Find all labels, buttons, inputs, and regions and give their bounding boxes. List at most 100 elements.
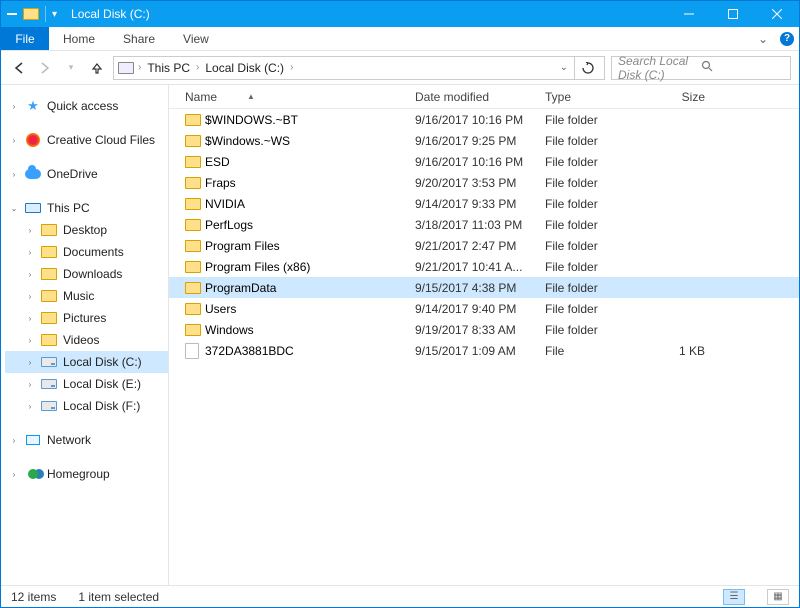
list-item[interactable]: ProgramData9/15/2017 4:38 PMFile folder — [169, 277, 799, 298]
tab-view[interactable]: View — [169, 27, 223, 50]
search-icon[interactable] — [701, 60, 784, 75]
list-item[interactable]: NVIDIA9/14/2017 9:33 PMFile folder — [169, 193, 799, 214]
item-name: Program Files — [205, 239, 415, 253]
list-item[interactable]: Users9/14/2017 9:40 PMFile folder — [169, 298, 799, 319]
chevron-right-icon[interactable]: › — [288, 62, 295, 73]
sidebar-item[interactable]: ›Music — [5, 285, 168, 307]
file-icon — [185, 343, 205, 359]
forward-button[interactable] — [35, 58, 55, 78]
sidebar-item-this-pc[interactable]: ⌄ This PC — [5, 197, 168, 219]
navigation-pane: › ★ Quick access › Creative Cloud Files … — [1, 85, 169, 585]
star-icon: ★ — [25, 99, 41, 113]
address-dropdown-icon[interactable]: ⌄ — [556, 62, 572, 73]
item-name: Program Files (x86) — [205, 260, 415, 274]
help-button[interactable]: ? — [775, 27, 799, 50]
address-bar[interactable]: › This PC › Local Disk (C:) › ⌄ — [113, 56, 605, 80]
chevron-right-icon[interactable]: › — [25, 402, 35, 411]
chevron-right-icon[interactable]: › — [25, 270, 35, 279]
sidebar-item[interactable]: ›Local Disk (F:) — [5, 395, 168, 417]
list-item[interactable]: Program Files (x86)9/21/2017 10:41 A...F… — [169, 256, 799, 277]
sidebar-item[interactable]: › Videos — [5, 329, 168, 351]
up-button[interactable] — [87, 58, 107, 78]
breadcrumb-this-pc[interactable]: This PC — [145, 61, 192, 75]
window-icon[interactable] — [23, 8, 39, 20]
cloud-icon — [25, 167, 41, 181]
sidebar-item-label: Desktop — [63, 223, 107, 237]
sidebar-item-label: Videos — [63, 333, 99, 347]
chevron-right-icon[interactable]: › — [25, 292, 35, 301]
list-item[interactable]: Program Files9/21/2017 2:47 PMFile folde… — [169, 235, 799, 256]
item-date: 9/14/2017 9:33 PM — [415, 197, 545, 211]
chevron-down-icon[interactable]: ⌄ — [9, 204, 19, 213]
sidebar-item[interactable]: ›Local Disk (E:) — [5, 373, 168, 395]
sidebar-item-creative-cloud[interactable]: › Creative Cloud Files — [5, 129, 168, 151]
thumbnails-view-button[interactable]: ▦ — [767, 589, 789, 605]
folder-icon — [41, 289, 57, 303]
sidebar-item[interactable]: ›Documents — [5, 241, 168, 263]
sidebar-item[interactable]: › Desktop — [5, 219, 168, 241]
titlebar: ▾ Local Disk (C:) — [1, 1, 799, 27]
qat-menu-icon[interactable] — [7, 13, 17, 15]
breadcrumb-current[interactable]: Local Disk (C:) — [203, 61, 286, 75]
chevron-right-icon[interactable]: › — [9, 102, 19, 111]
folder-icon — [185, 261, 205, 273]
sidebar-item[interactable]: ›Downloads — [5, 263, 168, 285]
close-button[interactable] — [755, 1, 799, 27]
item-date: 9/21/2017 2:47 PM — [415, 239, 545, 253]
sidebar-item-label: Local Disk (C:) — [63, 355, 142, 369]
chevron-right-icon[interactable]: › — [25, 336, 35, 345]
minimize-button[interactable] — [667, 1, 711, 27]
folder-icon — [41, 311, 57, 325]
sidebar-item[interactable]: › Pictures — [5, 307, 168, 329]
drive-icon — [41, 399, 57, 413]
sidebar-item-homegroup[interactable]: › Homegroup — [5, 463, 168, 485]
list-item[interactable]: 372DA3881BDC9/15/2017 1:09 AMFile1 KB — [169, 340, 799, 361]
column-header-date[interactable]: Date modified — [415, 90, 545, 104]
chevron-right-icon[interactable]: › — [9, 136, 19, 145]
folder-icon — [185, 198, 205, 210]
chevron-right-icon[interactable]: › — [136, 62, 143, 73]
list-item[interactable]: $Windows.~WS9/16/2017 9:25 PMFile folder — [169, 130, 799, 151]
file-tab[interactable]: File — [1, 27, 49, 50]
list-item[interactable]: Windows9/19/2017 8:33 AMFile folder — [169, 319, 799, 340]
chevron-right-icon[interactable]: › — [25, 314, 35, 323]
item-date: 9/16/2017 9:25 PM — [415, 134, 545, 148]
details-view-button[interactable]: ☰ — [723, 589, 745, 605]
list-item[interactable]: Fraps9/20/2017 3:53 PMFile folder — [169, 172, 799, 193]
ribbon-expand-icon[interactable]: ⌄ — [751, 27, 775, 50]
chevron-right-icon[interactable]: › — [25, 226, 35, 235]
chevron-right-icon[interactable]: › — [9, 170, 19, 179]
chevron-right-icon[interactable]: › — [9, 436, 19, 445]
sidebar-item-label: Quick access — [47, 99, 118, 113]
chevron-right-icon[interactable]: › — [9, 470, 19, 479]
sidebar-item[interactable]: › Local Disk (C:) — [5, 351, 168, 373]
column-header-name[interactable]: Name ▲ — [185, 90, 415, 104]
column-header-size[interactable]: Size — [645, 90, 715, 104]
list-item[interactable]: PerfLogs3/18/2017 11:03 PMFile folder — [169, 214, 799, 235]
sidebar-item-network[interactable]: › Network — [5, 429, 168, 451]
list-item[interactable]: ESD9/16/2017 10:16 PMFile folder — [169, 151, 799, 172]
maximize-button[interactable] — [711, 1, 755, 27]
sidebar-item-onedrive[interactable]: › OneDrive — [5, 163, 168, 185]
chevron-right-icon[interactable]: › — [25, 358, 35, 367]
chevron-right-icon[interactable]: › — [25, 248, 35, 257]
chevron-right-icon[interactable]: › — [25, 380, 35, 389]
column-header-type[interactable]: Type — [545, 90, 645, 104]
sidebar-item-label: Pictures — [63, 311, 106, 325]
item-date: 9/16/2017 10:16 PM — [415, 155, 545, 169]
sidebar-item-label: Homegroup — [47, 467, 110, 481]
refresh-button[interactable] — [574, 57, 600, 79]
item-type: File folder — [545, 281, 645, 295]
back-button[interactable] — [9, 58, 29, 78]
sidebar-item-quick-access[interactable]: › ★ Quick access — [5, 95, 168, 117]
search-box[interactable]: Search Local Disk (C:) — [611, 56, 791, 80]
item-name: ProgramData — [205, 281, 415, 295]
recent-dropdown-icon[interactable]: ▾ — [61, 58, 81, 78]
qat-dropdown-icon[interactable]: ▾ — [52, 9, 57, 20]
folder-icon — [185, 114, 205, 126]
item-date: 9/16/2017 10:16 PM — [415, 113, 545, 127]
chevron-right-icon[interactable]: › — [194, 62, 201, 73]
tab-home[interactable]: Home — [49, 27, 109, 50]
tab-share[interactable]: Share — [109, 27, 169, 50]
list-item[interactable]: $WINDOWS.~BT9/16/2017 10:16 PMFile folde… — [169, 109, 799, 130]
